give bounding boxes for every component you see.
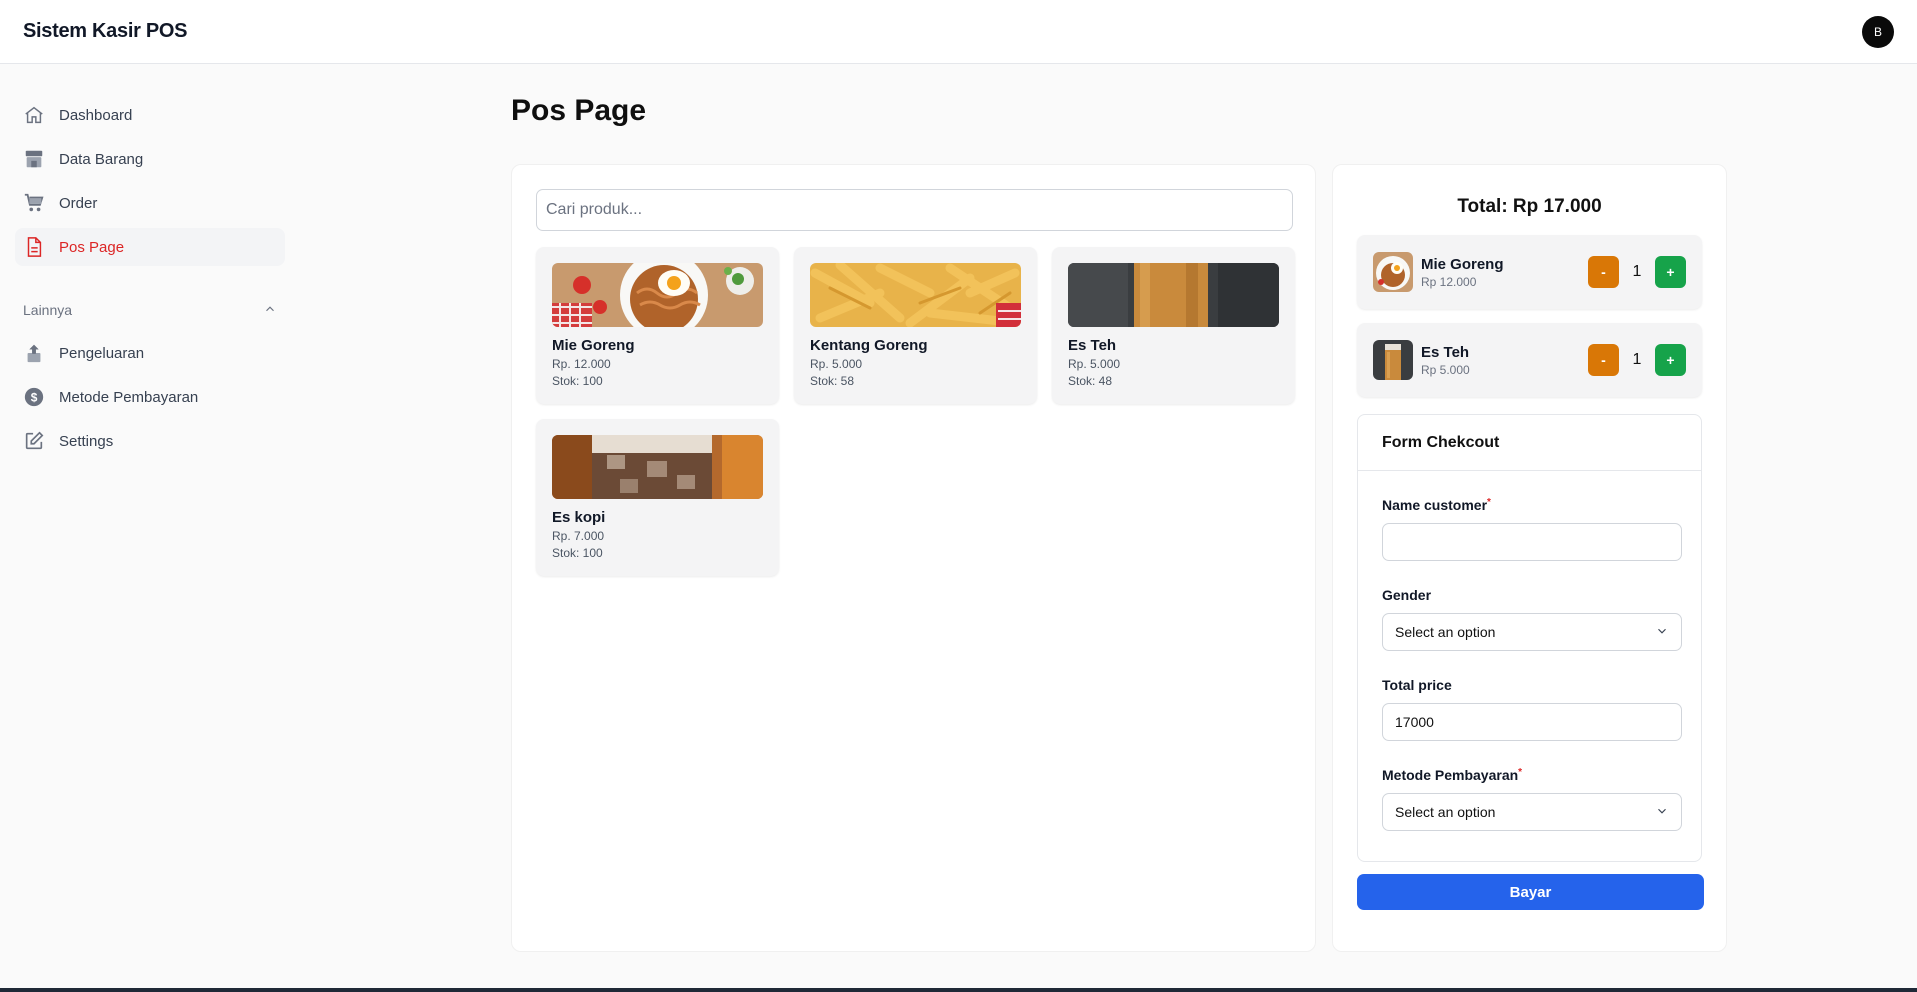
decrease-qty-button[interactable]: - (1588, 256, 1619, 288)
field-metode-pembayaran: Metode Pembayaran* Select an option (1382, 767, 1682, 831)
chevron-down-icon (1655, 624, 1669, 641)
cart-item-name: Mie Goreng (1421, 255, 1504, 273)
product-stock: Stok: 58 (810, 374, 855, 388)
products-panel: Mie Goreng Rp. 12.000 Stok: 100 (511, 164, 1316, 952)
required-mark: * (1487, 497, 1491, 508)
document-icon (23, 236, 45, 258)
sidebar-item-data-barang[interactable]: Data Barang (15, 140, 285, 178)
product-price: Rp. 12.000 (552, 357, 611, 371)
product-price: Rp. 7.000 (552, 529, 605, 543)
sidebar-item-order[interactable]: Order (15, 184, 285, 222)
field-label: Metode Pembayaran* (1382, 767, 1677, 783)
cart-icon (23, 192, 45, 214)
product-image (810, 263, 1021, 327)
cart-item-qty: 1 (1632, 263, 1642, 280)
cart-item-price: Rp 12.000 (1421, 274, 1477, 289)
sidebar-item-label: Settings (59, 432, 114, 450)
search-input[interactable] (536, 189, 1293, 231)
product-card-es-kopi[interactable]: Es kopi Rp. 7.000 Stok: 100 (536, 419, 779, 576)
cart-item-mie-goreng: Mie Goreng Rp 12.000 - 1 + (1357, 235, 1702, 309)
cart-item-price: Rp 5.000 (1421, 362, 1470, 377)
name-customer-label: Name customer (1382, 497, 1488, 513)
page-title: Pos Page (511, 94, 647, 127)
sidebar-item-label: Pengeluaran (59, 344, 145, 362)
bottom-strip (0, 988, 1917, 992)
cart-item-qty: 1 (1632, 351, 1642, 368)
home-icon (23, 104, 45, 126)
sidebar-item-label: Metode Pembayaran (59, 388, 199, 406)
product-card-mie-goreng[interactable]: Mie Goreng Rp. 12.000 Stok: 100 (536, 247, 779, 404)
product-price: Rp. 5.000 (1068, 357, 1121, 371)
metode-pembayaran-select-value: Select an option (1395, 804, 1496, 820)
field-label: Name customer* (1382, 497, 1677, 513)
gender-label: Gender (1382, 587, 1432, 603)
product-card-kentang-goreng[interactable]: Kentang Goreng Rp. 5.000 Stok: 58 (794, 247, 1037, 404)
cart-item-image (1373, 252, 1413, 292)
cart-item-es-teh: Es Teh Rp 5.000 - 1 + (1357, 323, 1702, 397)
cart-item-info: Es Teh Rp 5.000 (1421, 344, 1588, 377)
required-mark: * (1518, 767, 1523, 778)
product-grid: Mie Goreng Rp. 12.000 Stok: 100 Kentang … (536, 247, 1295, 576)
cart-item-name: Es Teh (1421, 343, 1470, 361)
product-price: Rp. 5.000 (810, 357, 863, 371)
gender-select[interactable]: Select an option (1382, 613, 1682, 651)
dollar-icon: $ (23, 386, 45, 408)
sidebar-item-dashboard[interactable]: Dashboard (15, 96, 285, 134)
sidebar-item-settings[interactable]: Settings (15, 422, 285, 460)
bayar-button[interactable]: Bayar (1357, 874, 1704, 910)
product-name: Mie Goreng (552, 337, 635, 354)
sidebar-item-label: Order (59, 194, 98, 212)
name-customer-input[interactable] (1382, 523, 1682, 561)
checkout-form: Form Chekcout Name customer* Gender Sele… (1357, 414, 1702, 862)
cart-item-image (1373, 340, 1413, 380)
upload-icon (23, 342, 45, 364)
product-image (1068, 263, 1279, 327)
cart-total: Total: Rp 17.000 (1457, 196, 1602, 217)
metode-pembayaran-select[interactable]: Select an option (1382, 793, 1682, 831)
sidebar-group-label: Lainnya (23, 302, 73, 318)
store-icon (23, 148, 45, 170)
svg-text:$: $ (31, 391, 38, 405)
field-name-customer: Name customer* (1382, 497, 1682, 561)
checkout-form-body: Name customer* Gender Select an option T… (1358, 471, 1701, 831)
sidebar-item-label: Pos Page (59, 238, 125, 256)
product-card-es-teh[interactable]: Es Teh Rp. 5.000 Stok: 48 (1052, 247, 1295, 404)
top-bar: Sistem Kasir POS B (0, 0, 1917, 64)
cart-item-info: Mie Goreng Rp 12.000 (1421, 256, 1588, 289)
sidebar-item-pengeluaran[interactable]: Pengeluaran (15, 334, 285, 372)
product-stock: Stok: 100 (552, 546, 603, 560)
cart-panel: Total: Rp 17.000 Mie Goreng Rp 12.000 - … (1332, 164, 1727, 952)
sidebar-item-label: Data Barang (59, 150, 144, 168)
sidebar: Dashboard Data Barang Order Pos Page Lai… (15, 96, 285, 466)
product-stock: Stok: 100 (552, 374, 603, 388)
decrease-qty-button[interactable]: - (1588, 344, 1619, 376)
field-total-price: Total price (1382, 677, 1682, 741)
chevron-up-icon (263, 302, 277, 319)
sidebar-item-metode-pembayaran[interactable]: $ Metode Pembayaran (15, 378, 285, 416)
avatar[interactable]: B (1862, 15, 1894, 48)
product-image (552, 263, 763, 327)
field-gender: Gender Select an option (1382, 587, 1682, 651)
total-price-label: Total price (1382, 677, 1452, 693)
sidebar-item-label: Dashboard (59, 106, 133, 124)
product-name: Es Teh (1068, 337, 1117, 354)
total-price-input[interactable] (1382, 703, 1682, 741)
sidebar-item-pos-page[interactable]: Pos Page (15, 228, 285, 266)
product-name: Kentang Goreng (810, 337, 928, 354)
increase-qty-button[interactable]: + (1655, 344, 1686, 376)
product-image (552, 435, 763, 499)
checkout-form-title: Form Chekcout (1358, 415, 1701, 471)
product-stock: Stok: 48 (1068, 374, 1113, 388)
increase-qty-button[interactable]: + (1655, 256, 1686, 288)
metode-pembayaran-label: Metode Pembayaran (1382, 767, 1519, 783)
sidebar-group-lainnya[interactable]: Lainnya (15, 298, 285, 322)
app-title: Sistem Kasir POS (23, 20, 188, 42)
gender-select-value: Select an option (1395, 624, 1496, 640)
edit-icon (23, 430, 45, 452)
product-name: Es kopi (552, 509, 606, 526)
chevron-down-icon (1655, 804, 1669, 821)
